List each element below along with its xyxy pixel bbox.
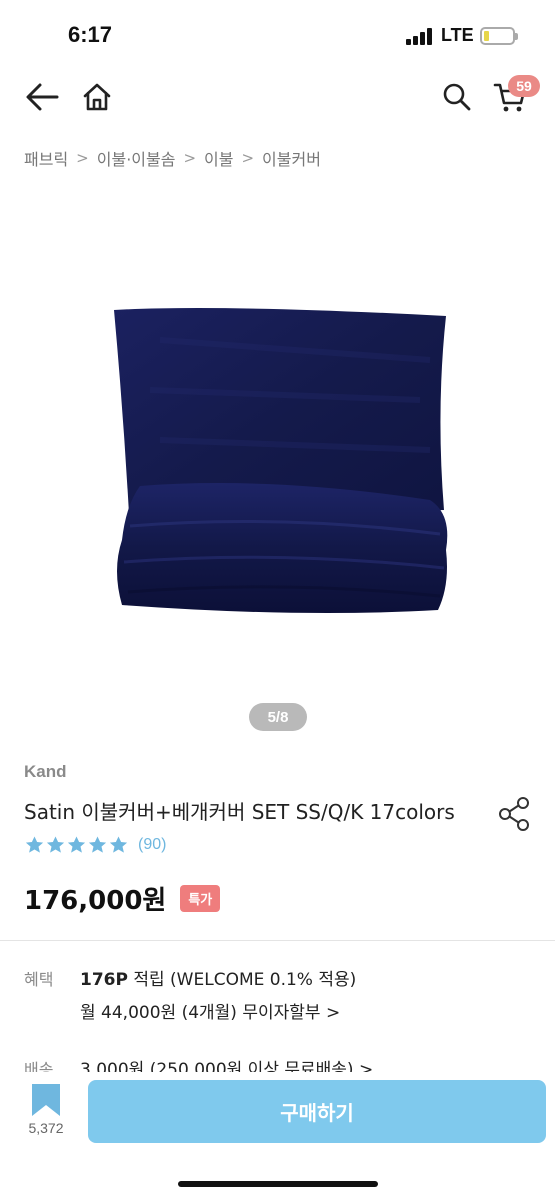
price-row: 176,000원 특가: [24, 880, 221, 917]
status-bar: 6:17 LTE: [0, 0, 555, 74]
points-amount: 176P: [80, 970, 128, 990]
star-icon: [67, 836, 86, 853]
chevron-right-icon: >: [76, 149, 89, 167]
sale-badge: 특가: [180, 885, 221, 912]
brand-name[interactable]: Kand: [24, 762, 67, 782]
breadcrumb: 패브릭 > 이불·이불솜 > 이불 > 이불커버: [24, 146, 321, 170]
star-icon: [109, 836, 128, 853]
share-icon: [499, 797, 529, 831]
gallery-page-indicator: 5/8: [249, 703, 307, 731]
back-button[interactable]: [20, 74, 64, 120]
product-rating[interactable]: (90): [24, 835, 166, 855]
divider: [0, 940, 555, 941]
chevron-right-icon: >: [183, 149, 197, 167]
status-time: 6:17: [68, 22, 113, 47]
star-icon: [88, 836, 107, 853]
top-nav: [0, 74, 555, 124]
home-button[interactable]: [75, 74, 119, 120]
cart-count-badge: 59: [508, 75, 540, 97]
share-button[interactable]: [496, 795, 534, 833]
chevron-right-icon: >: [241, 149, 255, 167]
search-icon: [443, 83, 471, 111]
star-icon: [25, 836, 44, 853]
battery-icon: [480, 27, 518, 45]
product-title: Satin 이불커버+베개커버 SET SS/Q/K 17colors: [24, 800, 455, 824]
review-count[interactable]: (90): [138, 836, 166, 854]
signal-icon: [406, 27, 436, 45]
back-arrow-icon: [26, 83, 59, 111]
home-icon: [83, 83, 111, 111]
bookmark-icon: [32, 1084, 60, 1116]
benefit-label: 혜택: [24, 970, 54, 989]
buy-button[interactable]: 구매하기: [88, 1080, 546, 1143]
wishlist-button[interactable]: 5,372: [18, 1084, 74, 1142]
star-icon: [46, 836, 65, 853]
home-indicator: [178, 1181, 378, 1187]
product-image[interactable]: [100, 300, 460, 620]
breadcrumb-item[interactable]: 이불·이불솜: [97, 146, 176, 170]
wishlist-count: 5,372: [28, 1120, 64, 1136]
breadcrumb-item[interactable]: 이불커버: [262, 146, 321, 170]
product-price: 176,000원: [24, 886, 167, 916]
search-button[interactable]: [435, 74, 479, 120]
installment-link[interactable]: 월 44,000원 (4개월) 무이자할부 >: [80, 998, 340, 1023]
benefit-points: 176P 적립 (WELCOME 0.1% 적용): [80, 965, 356, 990]
network-label: LTE: [441, 25, 474, 45]
breadcrumb-item[interactable]: 패브릭: [24, 146, 68, 170]
points-text: 적립 (WELCOME 0.1% 적용): [127, 970, 357, 990]
rating-stars: [24, 835, 129, 855]
breadcrumb-item[interactable]: 이불: [204, 146, 233, 170]
